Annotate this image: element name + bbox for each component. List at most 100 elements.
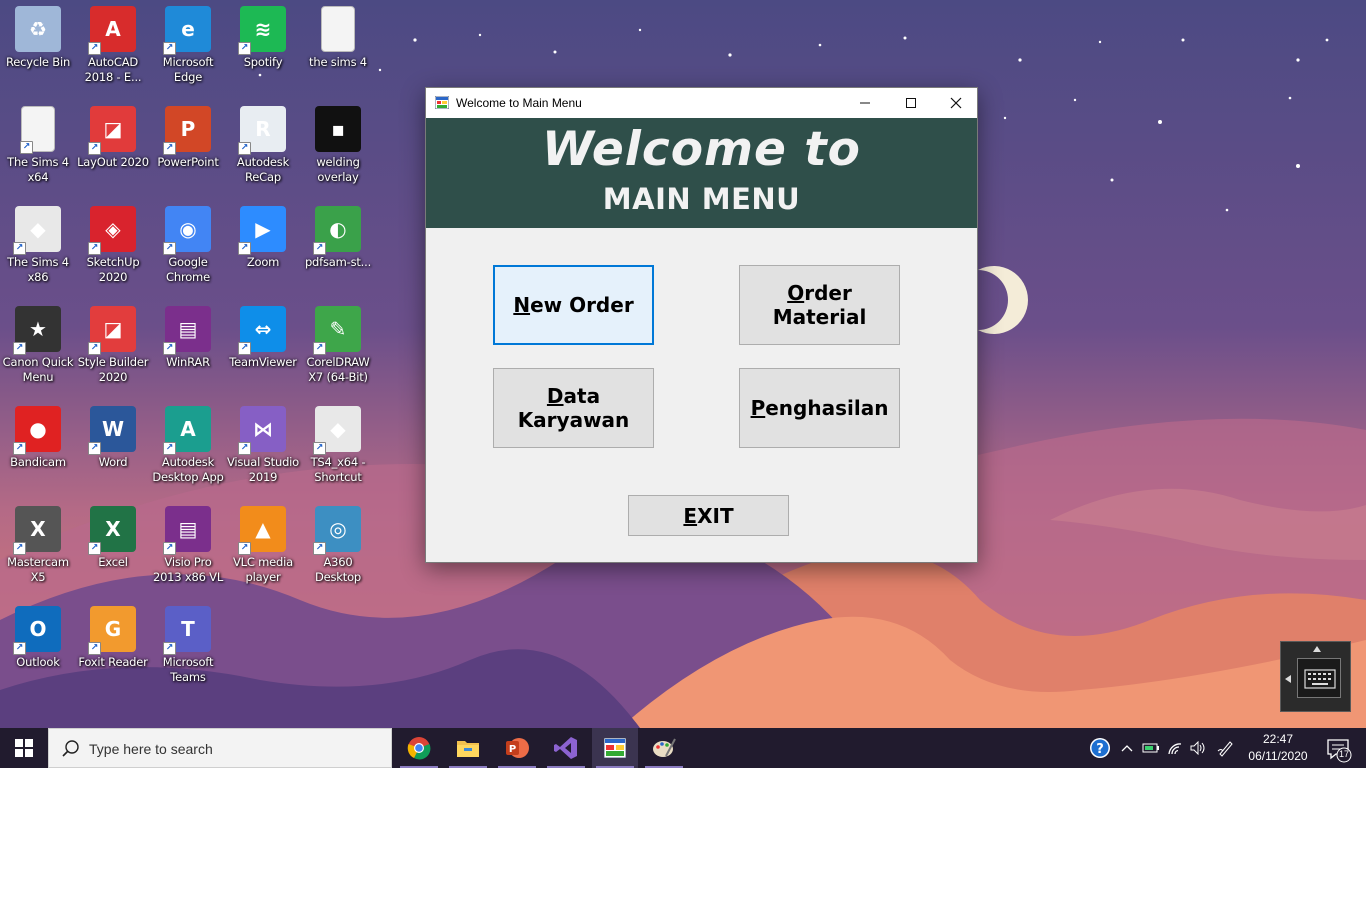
- shortcut-arrow-icon: ↗: [88, 542, 101, 555]
- word-icon: W ↗: [88, 406, 136, 455]
- desktop-icon[interactable]: ● ↗ Bandicam: [0, 402, 76, 498]
- desktop-icon[interactable]: ▪ welding overlay: [300, 102, 376, 198]
- desktop-icon[interactable]: ✎ ↗ CorelDRAW X7 (64-Bit): [300, 302, 376, 398]
- taskbar-powerpoint[interactable]: P: [494, 728, 540, 768]
- order-material-label: Order Material: [773, 281, 867, 329]
- network-tray-button[interactable]: [1164, 728, 1186, 768]
- pdfsam-icon: ◐ ↗: [313, 206, 361, 255]
- desktop-icon[interactable]: ◎ ↗ A360 Desktop: [300, 502, 376, 598]
- canon-icon: ★ ↗: [13, 306, 61, 355]
- desktop-icon[interactable]: A ↗ Autodesk Desktop App: [150, 402, 226, 498]
- desktop-icon[interactable]: ▲ ↗ VLC media player: [225, 502, 301, 598]
- desktop-icon[interactable]: O ↗ Outlook: [0, 602, 76, 698]
- visual-studio-icon: ⋈ ↗: [238, 406, 286, 455]
- desktop-icon[interactable]: T ↗ Microsoft Teams: [150, 602, 226, 698]
- action-center-button[interactable]: 17: [1318, 728, 1358, 768]
- shortcut-arrow-icon: ↗: [313, 342, 326, 355]
- desktop-icon[interactable]: ◆ ↗ The Sims 4 x86: [0, 202, 76, 298]
- close-button[interactable]: [933, 88, 979, 118]
- shortcut-arrow-icon: ↗: [313, 242, 326, 255]
- desktop-icon[interactable]: G ↗ Foxit Reader: [75, 602, 151, 698]
- volume-tray-button[interactable]: [1188, 728, 1210, 768]
- desktop-icon-label: Autodesk Desktop App: [152, 455, 224, 484]
- shortcut-arrow-icon: ↗: [13, 642, 26, 655]
- teams-icon: T ↗: [163, 606, 211, 655]
- taskbar-clock[interactable]: 22:47 06/11/2020: [1242, 731, 1314, 765]
- desktop-icon[interactable]: A ↗ AutoCAD 2018 - E...: [75, 2, 151, 98]
- taskbar-paint[interactable]: [641, 728, 687, 768]
- desktop-icon[interactable]: ★ ↗ Canon Quick Menu: [0, 302, 76, 398]
- touch-keyboard-icon[interactable]: [1297, 658, 1341, 698]
- exit-button[interactable]: EXIT: [628, 495, 789, 536]
- notification-icon: [1327, 739, 1352, 763]
- penghasilan-button[interactable]: Penghasilan: [739, 368, 900, 448]
- visual-studio-icon: [554, 737, 577, 759]
- shortcut-arrow-icon: ↗: [88, 442, 101, 455]
- taskbar-winforms-app[interactable]: [592, 728, 638, 768]
- shortcut-arrow-icon: ↗: [238, 142, 251, 155]
- show-hidden-icons-button[interactable]: [1116, 728, 1138, 768]
- desktop-icon[interactable]: ▶ ↗ Zoom: [225, 202, 301, 298]
- desktop-icon[interactable]: X ↗ Excel: [75, 502, 151, 598]
- pen-tray-button[interactable]: [1214, 728, 1238, 768]
- winrar-icon: ▤ ↗: [163, 506, 211, 555]
- desktop-icon[interactable]: ↗ The Sims 4 x64: [0, 102, 76, 198]
- svg-text:?: ?: [1096, 742, 1104, 757]
- desktop-icon[interactable]: R ↗ Autodesk ReCap: [225, 102, 301, 198]
- desktop-icon[interactable]: ♻ Recycle Bin: [0, 2, 76, 98]
- svg-text:P: P: [509, 744, 516, 755]
- shortcut-arrow-icon: ↗: [88, 142, 101, 155]
- start-button[interactable]: [0, 728, 48, 768]
- banner-welcome-text: Welcome to: [542, 122, 861, 177]
- desktop-icon[interactable]: W ↗ Word: [75, 402, 151, 498]
- chrome-icon: [407, 737, 431, 760]
- shortcut-arrow-icon: ↗: [238, 442, 251, 455]
- desktop-icon[interactable]: ▤ ↗ Visio Pro 2013 x86 VL: [150, 502, 226, 598]
- vlc-icon: ▲ ↗: [238, 506, 286, 555]
- maximize-button[interactable]: [888, 88, 934, 118]
- desktop-icon-label: A360 Desktop: [314, 555, 362, 584]
- desktop-icon[interactable]: ◐ ↗ pdfsam-st...: [300, 202, 376, 298]
- desktop-icon[interactable]: X ↗ Mastercam X5: [0, 502, 76, 598]
- desktop-icon-label: Google Chrome: [166, 255, 210, 284]
- desktop-icon[interactable]: the sims 4: [300, 2, 376, 98]
- order-material-button[interactable]: Order Material: [739, 265, 900, 345]
- taskbar-file-explorer[interactable]: [445, 728, 491, 768]
- notification-count-badge: 17: [1338, 749, 1349, 759]
- new-order-label: New Order: [513, 293, 633, 317]
- taskbar-search-box[interactable]: Type here to search: [48, 728, 392, 768]
- desktop-icon[interactable]: ⇔ ↗ TeamViewer: [225, 302, 301, 398]
- desktop-icon[interactable]: P ↗ PowerPoint: [150, 102, 226, 198]
- minimize-button[interactable]: [842, 88, 888, 118]
- desktop-icon[interactable]: ◉ ↗ Google Chrome: [150, 202, 226, 298]
- keyboard-icon: [1304, 669, 1336, 689]
- penghasilan-label: Penghasilan: [751, 396, 889, 420]
- layout-icon: ◪ ↗: [88, 106, 136, 155]
- desktop-icon-label: TS4_x64 - Shortcut: [310, 455, 366, 484]
- power-tray-button[interactable]: [1140, 728, 1162, 768]
- desktop-icon[interactable]: ⋈ ↗ Visual Studio 2019: [225, 402, 301, 498]
- pen-workspace-icon: [1217, 741, 1233, 757]
- shortcut-arrow-icon: ↗: [163, 242, 176, 255]
- desktop-icon[interactable]: e ↗ Microsoft Edge: [150, 2, 226, 98]
- desktop-icon[interactable]: ◪ ↗ Style Builder 2020: [75, 302, 151, 398]
- shortcut-arrow-icon: ↗: [13, 342, 26, 355]
- desktop-icon[interactable]: ≋ ↗ Spotify: [225, 2, 301, 98]
- taskbar-chrome[interactable]: [396, 728, 442, 768]
- powerpoint-icon: P: [506, 738, 529, 758]
- desktop-icon[interactable]: ◈ ↗ SketchUp 2020: [75, 202, 151, 298]
- taskbar-visual-studio[interactable]: [543, 728, 589, 768]
- desktop-icon[interactable]: ▤ ↗ WinRAR: [150, 302, 226, 398]
- new-order-button[interactable]: New Order: [493, 265, 654, 345]
- blank-area-below-screen: [0, 768, 1366, 902]
- window-title-bar[interactable]: Welcome to Main Menu: [426, 88, 977, 118]
- coreldraw-icon: ✎ ↗: [313, 306, 361, 355]
- a360-icon: ◎ ↗: [313, 506, 361, 555]
- help-tray-button[interactable]: ?: [1088, 728, 1112, 768]
- desktop-icon[interactable]: ◆ ↗ TS4_x64 - Shortcut: [300, 402, 376, 498]
- zoom-icon: ▶ ↗: [238, 206, 286, 255]
- caret-left-icon: [1285, 675, 1291, 683]
- desktop-icon[interactable]: ◪ ↗ LayOut 2020: [75, 102, 151, 198]
- desktop-icon-label: The Sims 4 x86: [7, 255, 69, 284]
- data-karyawan-button[interactable]: Data Karyawan: [493, 368, 654, 448]
